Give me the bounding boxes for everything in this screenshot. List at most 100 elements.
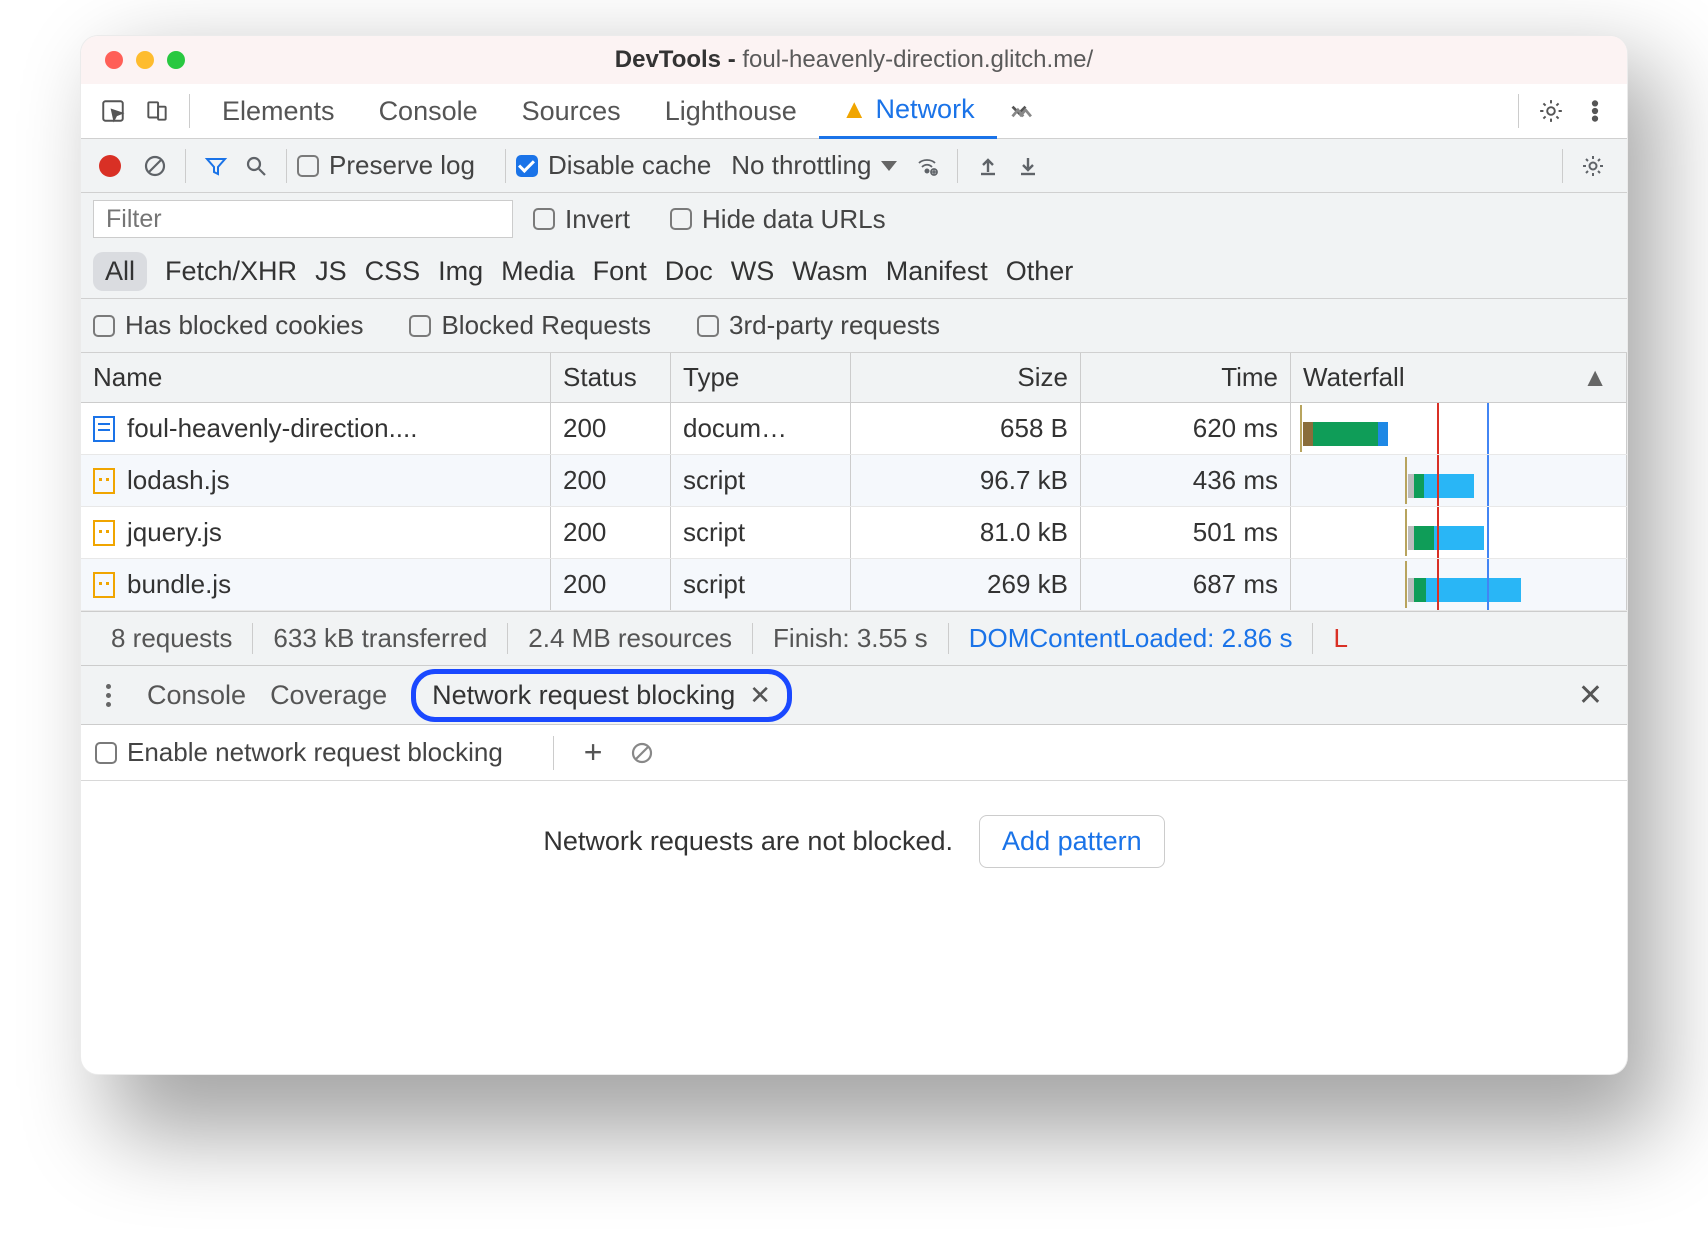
- request-blocking-empty-state: Network requests are not blocked. Add pa…: [81, 781, 1627, 901]
- table-row[interactable]: bundle.js 200 script 269 kB 687 ms: [81, 559, 1627, 611]
- filter-type-media[interactable]: Media: [501, 256, 575, 287]
- request-size: 96.7 kB: [851, 455, 1081, 506]
- status-transferred: 633 kB transferred: [253, 623, 508, 654]
- device-toolbar-icon[interactable]: [135, 89, 179, 133]
- filter-type-fetch-xhr[interactable]: Fetch/XHR: [165, 256, 297, 287]
- request-size: 658 B: [851, 403, 1081, 454]
- drawer-more-icon[interactable]: [93, 684, 123, 707]
- enable-request-blocking-checkbox[interactable]: Enable network request blocking: [95, 737, 503, 768]
- blocked-requests-checkbox[interactable]: Blocked Requests: [409, 310, 651, 341]
- sort-asc-icon: ▲: [1582, 362, 1608, 393]
- request-status: 200: [551, 507, 671, 558]
- main-tab-bar: Elements Console Sources Lighthouse ▲Net…: [81, 84, 1627, 139]
- disable-cache-checkbox[interactable]: Disable cache: [516, 150, 711, 181]
- status-load: L: [1313, 623, 1367, 654]
- col-size[interactable]: Size: [851, 353, 1081, 402]
- script-icon: [93, 572, 115, 598]
- more-menu-icon[interactable]: [1573, 89, 1617, 133]
- col-name[interactable]: Name: [81, 353, 551, 402]
- request-status: 200: [551, 403, 671, 454]
- filter-type-manifest[interactable]: Manifest: [886, 256, 988, 287]
- status-finish: Finish: 3.55 s: [753, 623, 949, 654]
- col-time[interactable]: Time: [1081, 353, 1291, 402]
- network-status-bar: 8 requests 633 kB transferred 2.4 MB res…: [81, 611, 1627, 665]
- drawer-tab-network-request-blocking[interactable]: Network request blocking ✕: [411, 669, 792, 722]
- request-time: 436 ms: [1081, 455, 1291, 506]
- filter-type-all[interactable]: All: [93, 252, 147, 291]
- request-time: 687 ms: [1081, 559, 1291, 610]
- document-icon: [93, 416, 115, 442]
- col-waterfall[interactable]: Waterfall▲: [1291, 353, 1627, 402]
- request-time: 501 ms: [1081, 507, 1291, 558]
- tab-elements[interactable]: Elements: [200, 84, 357, 139]
- third-party-requests-checkbox[interactable]: 3rd-party requests: [697, 310, 940, 341]
- request-size: 81.0 kB: [851, 507, 1081, 558]
- add-pattern-button[interactable]: Add pattern: [979, 815, 1165, 868]
- tab-console[interactable]: Console: [357, 84, 500, 139]
- drawer-tab-bar: Console Coverage Network request blockin…: [81, 665, 1627, 725]
- devtools-window: DevTools - foul-heavenly-direction.glitc…: [80, 35, 1628, 1075]
- tab-sources[interactable]: Sources: [500, 84, 643, 139]
- filter-type-font[interactable]: Font: [593, 256, 647, 287]
- inspect-element-icon[interactable]: [91, 89, 135, 133]
- filter-icon[interactable]: [196, 146, 236, 186]
- record-button[interactable]: [99, 155, 121, 177]
- resource-type-filter: All Fetch/XHR JS CSS Img Media Font Doc …: [81, 245, 1627, 299]
- remove-all-patterns-icon[interactable]: [622, 733, 662, 773]
- filter-type-css[interactable]: CSS: [365, 256, 421, 287]
- filter-type-doc[interactable]: Doc: [665, 256, 713, 287]
- filter-type-js[interactable]: JS: [315, 256, 347, 287]
- tab-network[interactable]: ▲Network: [819, 84, 997, 139]
- search-icon[interactable]: [236, 146, 276, 186]
- upload-har-icon[interactable]: [968, 146, 1008, 186]
- filter-row: Invert Hide data URLs: [81, 193, 1627, 245]
- warning-icon: ▲: [841, 94, 868, 125]
- drawer-tab-coverage[interactable]: Coverage: [270, 680, 387, 711]
- preserve-log-checkbox[interactable]: Preserve log: [297, 150, 475, 181]
- request-name: bundle.js: [127, 569, 231, 600]
- request-waterfall: [1291, 559, 1627, 610]
- network-table-body: foul-heavenly-direction.... 200 docum… 6…: [81, 403, 1627, 611]
- request-waterfall: [1291, 507, 1627, 558]
- filter-input[interactable]: [93, 200, 513, 238]
- add-pattern-icon[interactable]: +: [584, 734, 603, 771]
- col-status[interactable]: Status: [551, 353, 671, 402]
- request-waterfall: [1291, 403, 1627, 454]
- request-time: 620 ms: [1081, 403, 1291, 454]
- status-resources: 2.4 MB resources: [508, 623, 753, 654]
- hide-data-urls-checkbox[interactable]: Hide data URLs: [670, 204, 886, 235]
- request-name: foul-heavenly-direction....: [127, 413, 417, 444]
- request-status: 200: [551, 455, 671, 506]
- download-har-icon[interactable]: [1008, 146, 1048, 186]
- settings-icon[interactable]: [1529, 89, 1573, 133]
- more-tabs-icon[interactable]: [997, 89, 1041, 133]
- throttling-select[interactable]: No throttling: [731, 150, 897, 181]
- status-requests: 8 requests: [91, 623, 253, 654]
- status-domcontentloaded: DOMContentLoaded: 2.86 s: [949, 623, 1314, 654]
- network-conditions-icon[interactable]: [907, 146, 947, 186]
- window-title: DevTools - foul-heavenly-direction.glitc…: [81, 46, 1627, 74]
- has-blocked-cookies-checkbox[interactable]: Has blocked cookies: [93, 310, 363, 341]
- request-blocking-toolbar: Enable network request blocking +: [81, 725, 1627, 781]
- request-type: docum…: [671, 403, 851, 454]
- close-drawer-icon[interactable]: ✕: [1578, 678, 1615, 713]
- invert-checkbox[interactable]: Invert: [533, 204, 630, 235]
- filter-type-other[interactable]: Other: [1006, 256, 1074, 287]
- drawer-tab-console[interactable]: Console: [147, 680, 246, 711]
- clear-icon[interactable]: [135, 146, 175, 186]
- network-settings-icon[interactable]: [1573, 146, 1613, 186]
- tab-lighthouse[interactable]: Lighthouse: [643, 84, 819, 139]
- extra-filter-row: Has blocked cookies Blocked Requests 3rd…: [81, 299, 1627, 353]
- request-type: script: [671, 507, 851, 558]
- filter-type-img[interactable]: Img: [438, 256, 483, 287]
- request-size: 269 kB: [851, 559, 1081, 610]
- close-tab-icon[interactable]: ✕: [749, 680, 771, 711]
- table-row[interactable]: jquery.js 200 script 81.0 kB 501 ms: [81, 507, 1627, 559]
- filter-type-wasm[interactable]: Wasm: [792, 256, 868, 287]
- col-type[interactable]: Type: [671, 353, 851, 402]
- filter-type-ws[interactable]: WS: [731, 256, 775, 287]
- script-icon: [93, 520, 115, 546]
- table-row[interactable]: foul-heavenly-direction.... 200 docum… 6…: [81, 403, 1627, 455]
- table-row[interactable]: lodash.js 200 script 96.7 kB 436 ms: [81, 455, 1627, 507]
- empty-state-text: Network requests are not blocked.: [543, 826, 953, 857]
